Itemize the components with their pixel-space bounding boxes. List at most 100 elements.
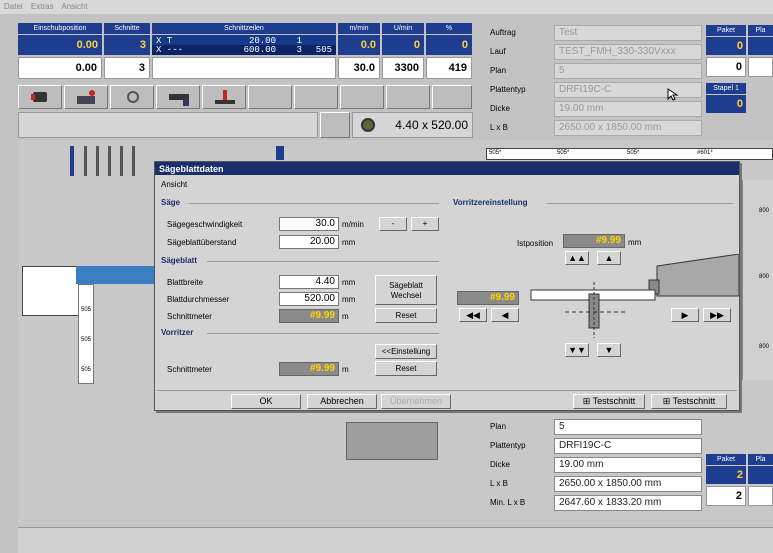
- speed-target: 30.0: [338, 57, 380, 79]
- dimensions-field: 2650.00 x 1850.00 mm: [554, 120, 702, 136]
- label-auftrag: Auftrag: [490, 28, 516, 37]
- empty-tool-button-5[interactable]: [432, 85, 472, 109]
- section-scorer-adjust: Vorritzereinstellung: [453, 198, 528, 207]
- speed-current: 0.0: [338, 35, 380, 55]
- min-dimensions-field: 2647.60 x 1833.20 mm: [554, 495, 702, 511]
- pusher-button[interactable]: [156, 85, 200, 109]
- paket-target: 0: [706, 57, 746, 77]
- blade-overhang-input[interactable]: 20.00: [279, 235, 339, 249]
- board-type-field-b: DRFI19C-C: [554, 438, 702, 454]
- line2-value: 600.00: [243, 45, 276, 55]
- fast-left-button[interactable]: ◀◀: [459, 308, 487, 322]
- thickness-field-b: 19.00 mm: [554, 457, 702, 473]
- blade-width-input[interactable]: 4.40: [279, 275, 339, 289]
- mouse-cursor-icon: [667, 88, 679, 101]
- cancel-button[interactable]: Abbrechen: [307, 394, 377, 409]
- section-blade-divider: [207, 261, 439, 262]
- test-cut-label-2: Testschnitt: [672, 396, 716, 406]
- scorer-reset-button[interactable]: Reset: [375, 361, 437, 376]
- order-info-panel: Auftrag Lauf Plan Plattentyp Dicke L x B…: [482, 22, 773, 140]
- blade-diameter-label: Blattdurchmesser: [167, 295, 230, 304]
- down-button[interactable]: ▼: [597, 343, 621, 357]
- stapel-header: Stapel 1: [706, 83, 746, 94]
- lift-table-button[interactable]: [202, 85, 246, 109]
- header-schnitte: Schnitte: [104, 23, 150, 34]
- pla-header-b: Pla: [748, 454, 773, 465]
- blade-dimension-display: 4.40 x 520.00: [352, 112, 473, 138]
- section-adjust-divider: [547, 203, 733, 204]
- cut-status-panel: Einschubposition Schnitte Schnittzeilen …: [18, 23, 473, 83]
- horizontal-position-value: #9.99: [457, 291, 519, 305]
- tool-buttons: [18, 85, 473, 111]
- stapel-value: 0: [706, 95, 746, 113]
- scorer-settings-button[interactable]: <<Einstellung: [375, 344, 437, 359]
- cut-lines-list[interactable]: X T 20.00 1 X --- 600.00 3 505: [152, 35, 336, 55]
- blade-change-button[interactable]: Sägeblatt Wechsel: [375, 275, 437, 305]
- test-cut-button-1[interactable]: ⊞ Testschnitt: [573, 394, 645, 409]
- percent-target: 419: [426, 57, 472, 79]
- blade-overhang-label: Sägeblattüberstand: [167, 238, 237, 247]
- side-label-2: 800: [759, 274, 770, 280]
- clamp-icon: [33, 92, 47, 102]
- menu-extras[interactable]: Extras: [31, 2, 54, 11]
- clamp-accent-icon: [31, 94, 35, 100]
- header-schnittzeilen: Schnittzeilen: [152, 23, 336, 34]
- cuts-current: 3: [104, 35, 150, 55]
- pla-header: Pla: [748, 25, 773, 36]
- blade-diameter-input[interactable]: 520.00: [279, 292, 339, 306]
- label-lxb-b: L x B: [490, 479, 508, 488]
- label-plattentyp-b: Plattentyp: [490, 441, 526, 450]
- double-down-arrow-icon: ▼▼: [568, 345, 586, 355]
- run-field: TEST_FMH_330-330Vxxx: [554, 44, 702, 60]
- scorer-diagram-icon: [530, 254, 739, 338]
- actual-position-unit: mm: [628, 238, 642, 247]
- ok-button[interactable]: OK: [231, 394, 301, 409]
- label-plan-b: Plan: [490, 422, 507, 431]
- cut-line-selected[interactable]: X --- 600.00 3 505: [152, 45, 336, 55]
- blade-reset-button[interactable]: Reset: [375, 308, 437, 323]
- saw-carriage-icon: [77, 96, 95, 104]
- lift-table-icon: [215, 100, 235, 104]
- label-plan: Plan: [490, 66, 507, 75]
- saw-speed-input[interactable]: 30.0: [279, 217, 339, 231]
- top-label-4: #601*: [697, 150, 713, 156]
- pla-target-b: [748, 486, 773, 506]
- order-field: Test: [554, 25, 702, 41]
- speed-decrease-button[interactable]: -: [379, 217, 407, 231]
- menu-view[interactable]: Ansicht: [61, 2, 87, 11]
- empty-tool-button-3[interactable]: [340, 85, 384, 109]
- empty-tool-button-2[interactable]: [294, 85, 338, 109]
- empty-tool-button-1[interactable]: [248, 85, 292, 109]
- speed-increase-button[interactable]: +: [411, 217, 439, 231]
- strip-label-1: 505: [81, 307, 92, 313]
- menu-bar: Datei Extras Ansicht: [0, 0, 773, 14]
- blade-dimension-text: 4.40 x 520.00: [395, 118, 468, 132]
- scorer-meter-value: #9.99: [279, 362, 339, 376]
- section-blade: Sägeblatt: [161, 256, 198, 265]
- message-bar: [18, 112, 318, 138]
- cuts-target: 3: [104, 57, 150, 79]
- empty-tool-button-4[interactable]: [386, 85, 430, 109]
- fast-down-button[interactable]: ▼▼: [565, 343, 589, 357]
- saw-carriage-button[interactable]: [64, 85, 108, 109]
- paket-current-b: 2: [706, 466, 746, 484]
- menu-file[interactable]: Datei: [4, 2, 23, 11]
- left-arrow-icon: ◀: [501, 310, 509, 320]
- test-cut-button-2[interactable]: ⊞ Testschnitt: [651, 394, 727, 409]
- message-side-button[interactable]: [320, 112, 350, 138]
- section-scorer: Vorritzer: [161, 328, 194, 337]
- apply-button[interactable]: Übernehmen: [381, 394, 451, 409]
- label-min-lxb: Min. L x B: [490, 498, 526, 507]
- blade-button[interactable]: [110, 85, 154, 109]
- saw-blade-icon: [361, 118, 375, 132]
- header-einschubposition: Einschubposition: [18, 23, 102, 34]
- dialog-menu-view[interactable]: Ansicht: [161, 180, 187, 189]
- paket-target-b: 2: [706, 486, 746, 506]
- clamp-button[interactable]: [18, 85, 62, 109]
- left-button[interactable]: ◀: [491, 308, 519, 322]
- label-plattentyp: Plattentyp: [490, 85, 526, 94]
- strip-label-2: 505: [81, 337, 92, 343]
- label-lxb: L x B: [490, 123, 508, 132]
- saw-speed-label: Sägegeschwindigkeit: [167, 220, 243, 229]
- section-saw-divider: [189, 203, 439, 204]
